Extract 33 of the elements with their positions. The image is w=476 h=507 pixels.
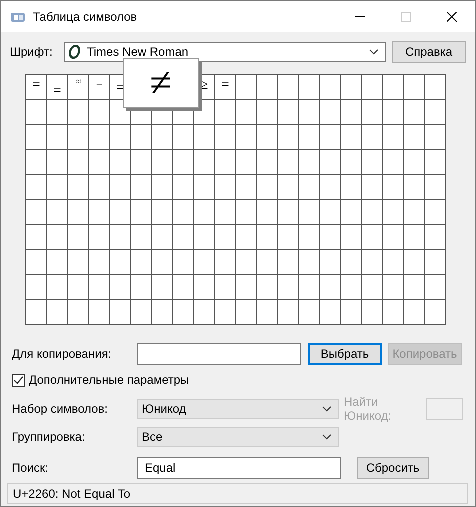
charset-label: Набор символов:: [12, 402, 110, 416]
find-unicode-label: Найти Юникод:: [344, 395, 393, 423]
grouping-label: Группировка:: [12, 430, 86, 444]
window-title: Таблица символов: [33, 10, 138, 24]
character-cell[interactable]: ≈: [76, 75, 82, 91]
font-label: Шрифт:: [10, 45, 54, 59]
character-cell[interactable]: =: [96, 76, 103, 92]
copy-label: Для копирования:: [12, 347, 113, 361]
character-cell[interactable]: =: [222, 78, 230, 94]
help-button[interactable]: Справка: [392, 41, 466, 63]
unicode-field[interactable]: [426, 398, 463, 420]
checkbox-label: Дополнительные параметры: [29, 373, 190, 387]
copy-field[interactable]: [137, 343, 301, 365]
chevron-icon: [322, 434, 332, 440]
character-cell[interactable]: =: [32, 78, 40, 94]
chevron-icon: [322, 406, 332, 412]
character-cell[interactable]: =: [54, 84, 62, 100]
chevron-icon: [369, 49, 379, 55]
status-text: U+2260: Not Equal To: [13, 486, 131, 500]
reset-button[interactable]: Сбросить: [357, 457, 429, 479]
search-field[interactable]: Equal: [137, 457, 341, 479]
grouping-dropdown[interactable]: Все: [137, 427, 339, 447]
checkmark-icon: [13, 374, 24, 386]
font-dropdown[interactable]: Times New Roman: [64, 42, 386, 62]
font-type-icon: [69, 45, 81, 59]
search-label: Поиск:: [12, 461, 50, 475]
maximize-icon: [401, 12, 411, 22]
checkbox[interactable]: [12, 374, 25, 386]
close-icon: [447, 12, 457, 22]
app-icon: [10, 10, 26, 22]
charset-dropdown[interactable]: Юникод: [137, 399, 339, 419]
magnified-character: ≠: [123, 58, 199, 108]
select-button[interactable]: Выбрать: [308, 343, 382, 365]
